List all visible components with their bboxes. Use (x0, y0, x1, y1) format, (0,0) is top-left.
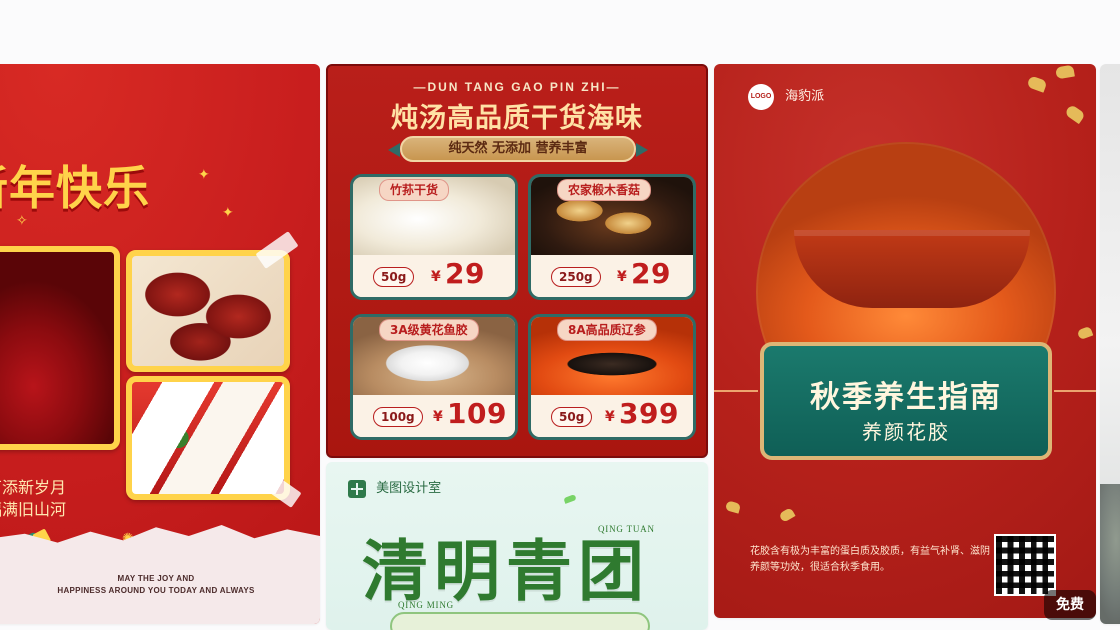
ginkgo-leaf-icon (778, 507, 796, 523)
currency-symbol: ¥ (431, 269, 441, 285)
sparkle-icon: ✦ (222, 205, 234, 221)
bottom-paper-wave (0, 525, 320, 624)
ginkgo-leaf-icon (1064, 103, 1086, 125)
product-card-mushroom[interactable]: 农家椴木香菇 250g ¥ 29 (528, 174, 696, 300)
autumn-title: 秋季养生指南 (810, 380, 1002, 415)
product-price: 29 (631, 257, 671, 290)
product-card-fish-maw[interactable]: 3A级黄花鱼胶 100g ¥ 109 (350, 314, 518, 440)
currency-symbol: ¥ (433, 409, 443, 425)
template-card-new-year[interactable]: 新年快乐 ✦ ✦ ✧ 万添新岁月 福满旧山河 ✺ ✦ ✦ MAY THE JOY… (0, 64, 320, 624)
brand-logo-icon (348, 480, 366, 498)
top-spacer (0, 0, 1120, 62)
qingming-brand-text: 美图设计室 (376, 481, 442, 496)
seafood-subtitle: —DUN TANG GAO PIN ZHI— (413, 80, 621, 94)
price-row: 250g ¥ 29 (531, 255, 693, 297)
product-name: 8A高品质辽参 (557, 319, 657, 341)
autumn-title-panel: 秋季养生指南 养颜花胶 (714, 342, 1096, 460)
seafood-badge: 纯天然 无添加 营养丰富 (388, 136, 648, 162)
template-card-seafood[interactable]: —DUN TANG GAO PIN ZHI— 炖汤高品质干货海味 纯天然 无添加… (326, 64, 708, 458)
product-weight: 250g (551, 267, 601, 287)
couplet-line-2: 福满旧山河 (0, 500, 67, 519)
product-name: 3A级黄花鱼胶 (379, 319, 479, 341)
product-name: 农家椴木香菇 (557, 179, 652, 201)
new-year-title: 新年快乐 (0, 161, 150, 215)
photo-red-gift-bags (0, 246, 120, 450)
qingming-brand: 美图设计室 (348, 480, 441, 498)
couplet-line-1: 万添新岁月 (0, 478, 67, 497)
product-price: 29 (445, 257, 485, 290)
price-row: 50g ¥ 29 (353, 255, 515, 297)
sparkle-icon: ✧ (16, 213, 28, 229)
ginkgo-leaf-icon (1026, 75, 1048, 93)
currency-symbol: ¥ (617, 269, 627, 285)
product-name: 竹荪干货 (379, 179, 450, 201)
product-price: 399 (619, 397, 679, 430)
free-badge: 免费 (1044, 590, 1096, 620)
price-row: 100g ¥ 109 (353, 395, 515, 437)
logo-icon: LOGO (748, 84, 774, 110)
product-weight: 50g (373, 267, 415, 287)
ginkgo-leaf-icon (724, 500, 742, 514)
autumn-brand-name: 海豹派 (785, 89, 825, 104)
template-card-peek[interactable] (1100, 64, 1120, 624)
autumn-brand: LOGO 海豹派 (748, 84, 824, 110)
product-price: 109 (447, 397, 507, 430)
template-card-autumn[interactable]: LOGO 海豹派 秋季养生指南 养颜花胶 花胶含有极为丰富的蛋白质及胶质，有益气… (714, 64, 1096, 618)
seafood-title: 炖汤高品质干货海味 (391, 103, 643, 134)
ginkgo-leaf-icon (1076, 325, 1094, 341)
product-weight: 100g (373, 407, 423, 427)
sparkle-icon: ✦ (198, 167, 210, 183)
product-card-bamboo-fungus[interactable]: 竹荪干货 50g ¥ 29 (350, 174, 518, 300)
template-gallery-page: 新年快乐 ✦ ✦ ✧ 万添新岁月 福满旧山河 ✺ ✦ ✦ MAY THE JOY… (0, 0, 1120, 630)
qingming-tag-bottom: QING MING (398, 600, 454, 610)
ginkgo-leaf-icon (1055, 64, 1075, 80)
new-year-footer-line-2: HAPPINESS AROUND YOU TODAY AND ALWAYS (57, 586, 255, 595)
currency-symbol: ¥ (605, 409, 615, 425)
qingming-bottom-strip (390, 612, 650, 630)
product-card-sea-cucumber[interactable]: 8A高品质辽参 50g ¥ 399 (528, 314, 696, 440)
new-year-footer-line-1: MAY THE JOY AND (117, 574, 195, 583)
qr-code-icon (994, 534, 1056, 596)
product-weight: 50g (551, 407, 593, 427)
leaf-icon (563, 494, 577, 504)
autumn-subtitle: 养颜花胶 (862, 420, 950, 444)
template-card-qingming[interactable]: 美图设计室 QING TUAN 清明青团 QING MING (326, 462, 708, 630)
autumn-description: 花胶含有极为丰富的蛋白质及胶质，有益气补肾、滋阴养颜等功效，很适合秋季食用。 (750, 546, 990, 573)
price-row: 50g ¥ 399 (531, 395, 693, 437)
